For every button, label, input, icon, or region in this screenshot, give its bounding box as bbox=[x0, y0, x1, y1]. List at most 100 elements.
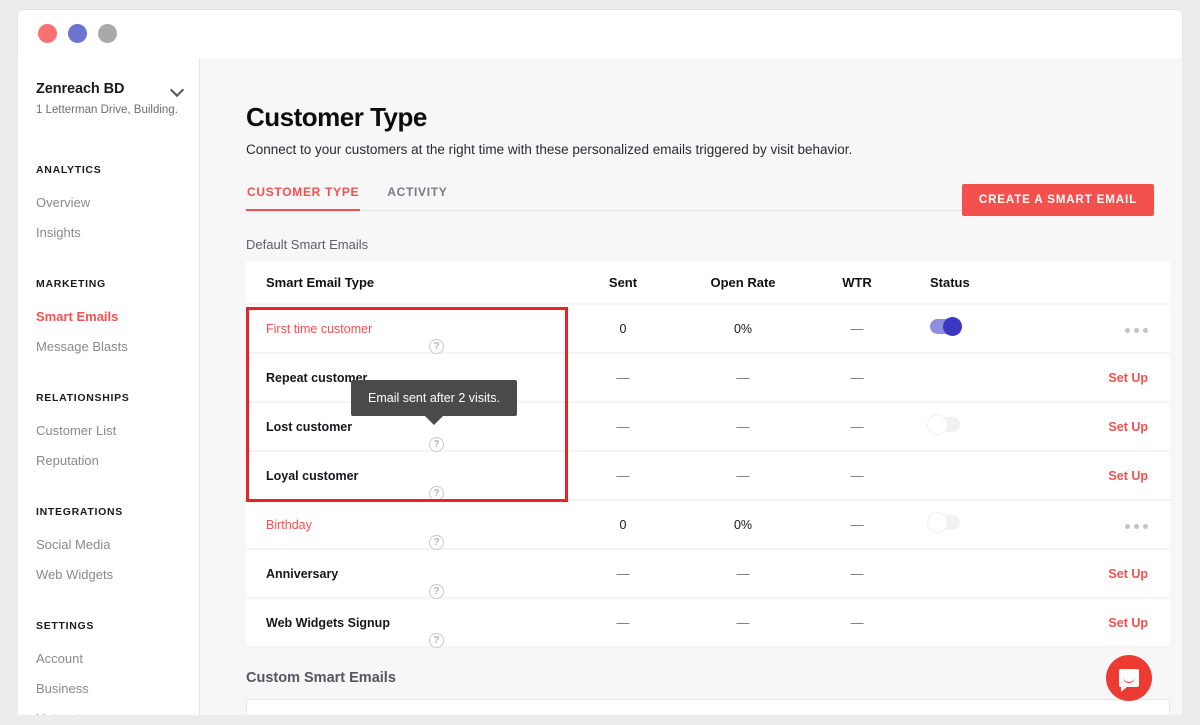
status-toggle-on[interactable] bbox=[930, 316, 962, 336]
set-up-link[interactable]: Set Up bbox=[1108, 420, 1148, 434]
set-up-link[interactable]: Set Up bbox=[1108, 616, 1148, 630]
smart-email-type-name[interactable]: Web Widgets Signup bbox=[266, 616, 390, 630]
cell-open-rate: 0% bbox=[733, 321, 753, 336]
column-header-status: Status bbox=[930, 274, 970, 290]
menu-dot bbox=[1143, 327, 1148, 333]
set-up-link[interactable]: Set Up bbox=[1108, 371, 1148, 385]
page-title: Customer Type bbox=[246, 102, 427, 132]
intercom-chat-icon[interactable] bbox=[1106, 655, 1152, 701]
table-row[interactable]: Anniversary? — — — Set Up bbox=[246, 550, 1170, 599]
cell-status bbox=[906, 414, 1026, 437]
column-header-wtr: WTR bbox=[842, 274, 872, 290]
business-switcher[interactable]: Zenreach BD bbox=[18, 80, 199, 98]
column-header-sent: Sent bbox=[608, 274, 638, 290]
sidebar-item-reputation[interactable]: Reputation bbox=[18, 446, 199, 476]
sidebar-group-heading: ANALYTICS bbox=[36, 164, 102, 176]
cell-smart-email-type: Lost customer? bbox=[246, 420, 568, 452]
help-icon[interactable]: ? bbox=[429, 632, 444, 648]
cell-wtr: — bbox=[850, 419, 864, 434]
sidebar-group-relationships: RELATIONSHIPS Customer List Reputation bbox=[18, 392, 199, 476]
menu-dot bbox=[1125, 523, 1130, 529]
row-menu-icon[interactable] bbox=[1125, 523, 1148, 529]
minimize-window-button[interactable] bbox=[68, 24, 87, 43]
cell-actions: Set Up bbox=[1026, 369, 1170, 387]
maximize-window-button[interactable] bbox=[98, 24, 117, 43]
sidebar-group-marketing: MARKETING Smart Emails Message Blasts bbox=[18, 278, 199, 362]
menu-dot bbox=[1125, 327, 1130, 333]
cell-status bbox=[906, 512, 1026, 535]
cell-status bbox=[906, 316, 1026, 339]
help-icon[interactable]: ? bbox=[429, 485, 444, 501]
sidebar-group-analytics: ANALYTICS Overview Insights bbox=[18, 164, 199, 248]
create-smart-email-button[interactable]: CREATE A SMART EMAIL bbox=[961, 184, 1154, 216]
sidebar-group-heading: RELATIONSHIPS bbox=[36, 392, 130, 404]
help-icon[interactable]: ? bbox=[429, 534, 444, 550]
sidebar-item-business[interactable]: Business bbox=[18, 674, 199, 704]
help-tooltip: Email sent after 2 visits. bbox=[351, 380, 517, 425]
set-up-link[interactable]: Set Up bbox=[1108, 469, 1148, 483]
column-header-smart-email-type: Smart Email Type bbox=[266, 274, 375, 290]
toggle-knob bbox=[943, 316, 962, 336]
smile-icon bbox=[1123, 677, 1135, 683]
sidebar-item-insights[interactable]: Insights bbox=[18, 218, 199, 248]
cell-open-rate: 0% bbox=[733, 517, 753, 532]
table-row[interactable]: First time customer? 0 0% — bbox=[246, 305, 1170, 354]
tab-customer-type[interactable]: CUSTOMER TYPE bbox=[246, 185, 361, 211]
toggle-knob bbox=[928, 512, 947, 532]
window-titlebar bbox=[18, 10, 1182, 58]
cell-sent: — bbox=[616, 615, 630, 630]
cell-actions bbox=[1026, 516, 1170, 534]
cell-sent: — bbox=[616, 566, 630, 581]
default-smart-emails-label: Default Smart Emails bbox=[246, 237, 369, 252]
cell-open-rate: — bbox=[736, 419, 750, 434]
help-icon[interactable]: ? bbox=[429, 583, 444, 599]
sidebar: Zenreach BD 1 Letterman Drive, Building.… bbox=[18, 58, 200, 715]
sidebar-item-account[interactable]: Account bbox=[18, 644, 199, 674]
sidebar-item-message-blasts[interactable]: Message Blasts bbox=[18, 332, 199, 362]
cell-open-rate: — bbox=[736, 468, 750, 483]
table-row[interactable]: Web Widgets Signup? — — — Set Up bbox=[246, 599, 1170, 648]
chevron-down-icon[interactable] bbox=[171, 83, 185, 97]
cell-sent: — bbox=[616, 419, 630, 434]
smart-email-type-name[interactable]: First time customer bbox=[266, 322, 372, 336]
column-header-open-rate: Open Rate bbox=[710, 274, 776, 290]
sidebar-group-heading: INTEGRATIONS bbox=[36, 506, 123, 518]
cell-sent: — bbox=[616, 468, 630, 483]
sidebar-item-web-widgets[interactable]: Web Widgets bbox=[18, 560, 199, 590]
cell-wtr: — bbox=[850, 566, 864, 581]
status-toggle-off[interactable] bbox=[928, 414, 960, 434]
smart-email-type-name[interactable]: Loyal customer bbox=[266, 469, 358, 483]
cell-actions bbox=[1026, 320, 1170, 338]
sidebar-nav: ANALYTICS Overview Insights MARKETING Smart … bbox=[18, 164, 199, 715]
page-body: Zenreach BD 1 Letterman Drive, Building.… bbox=[18, 58, 1182, 715]
cell-smart-email-type: Anniversary? bbox=[246, 567, 568, 599]
row-menu-icon[interactable] bbox=[1125, 327, 1148, 333]
table-row[interactable]: Birthday? 0 0% — bbox=[246, 501, 1170, 550]
set-up-link[interactable]: Set Up bbox=[1108, 567, 1148, 581]
cell-open-rate: — bbox=[736, 370, 750, 385]
sidebar-item-overview[interactable]: Overview bbox=[18, 188, 199, 218]
cell-sent: — bbox=[616, 370, 630, 385]
sidebar-item-smart-emails[interactable]: Smart Emails bbox=[18, 302, 199, 332]
smart-email-type-name[interactable]: Anniversary bbox=[266, 567, 338, 581]
table-row[interactable]: Loyal customer? — — — Set Up bbox=[246, 452, 1170, 501]
menu-dot bbox=[1143, 523, 1148, 529]
sidebar-item-customer-list[interactable]: Customer List bbox=[18, 416, 199, 446]
smart-email-type-name[interactable]: Lost customer bbox=[266, 420, 352, 434]
menu-dot bbox=[1134, 327, 1139, 333]
cell-wtr: — bbox=[850, 517, 864, 532]
sidebar-item-social-media[interactable]: Social Media bbox=[18, 530, 199, 560]
status-toggle-off[interactable] bbox=[928, 512, 960, 532]
cell-wtr: — bbox=[850, 615, 864, 630]
close-window-button[interactable] bbox=[38, 24, 57, 43]
smart-email-type-name[interactable]: Birthday bbox=[266, 518, 312, 532]
help-icon[interactable]: ? bbox=[429, 436, 444, 452]
help-icon[interactable]: ? bbox=[429, 338, 444, 354]
toggle-knob bbox=[928, 414, 947, 434]
sidebar-item-hotspot[interactable]: Hotspot bbox=[18, 704, 199, 715]
table-body: First time customer?00%—Repeat customer?… bbox=[246, 305, 1170, 648]
cell-actions: Set Up bbox=[1026, 614, 1170, 632]
tab-activity[interactable]: ACTIVITY bbox=[386, 185, 448, 210]
sidebar-group-heading: MARKETING bbox=[36, 278, 106, 290]
custom-smart-emails-panel bbox=[246, 699, 1170, 715]
